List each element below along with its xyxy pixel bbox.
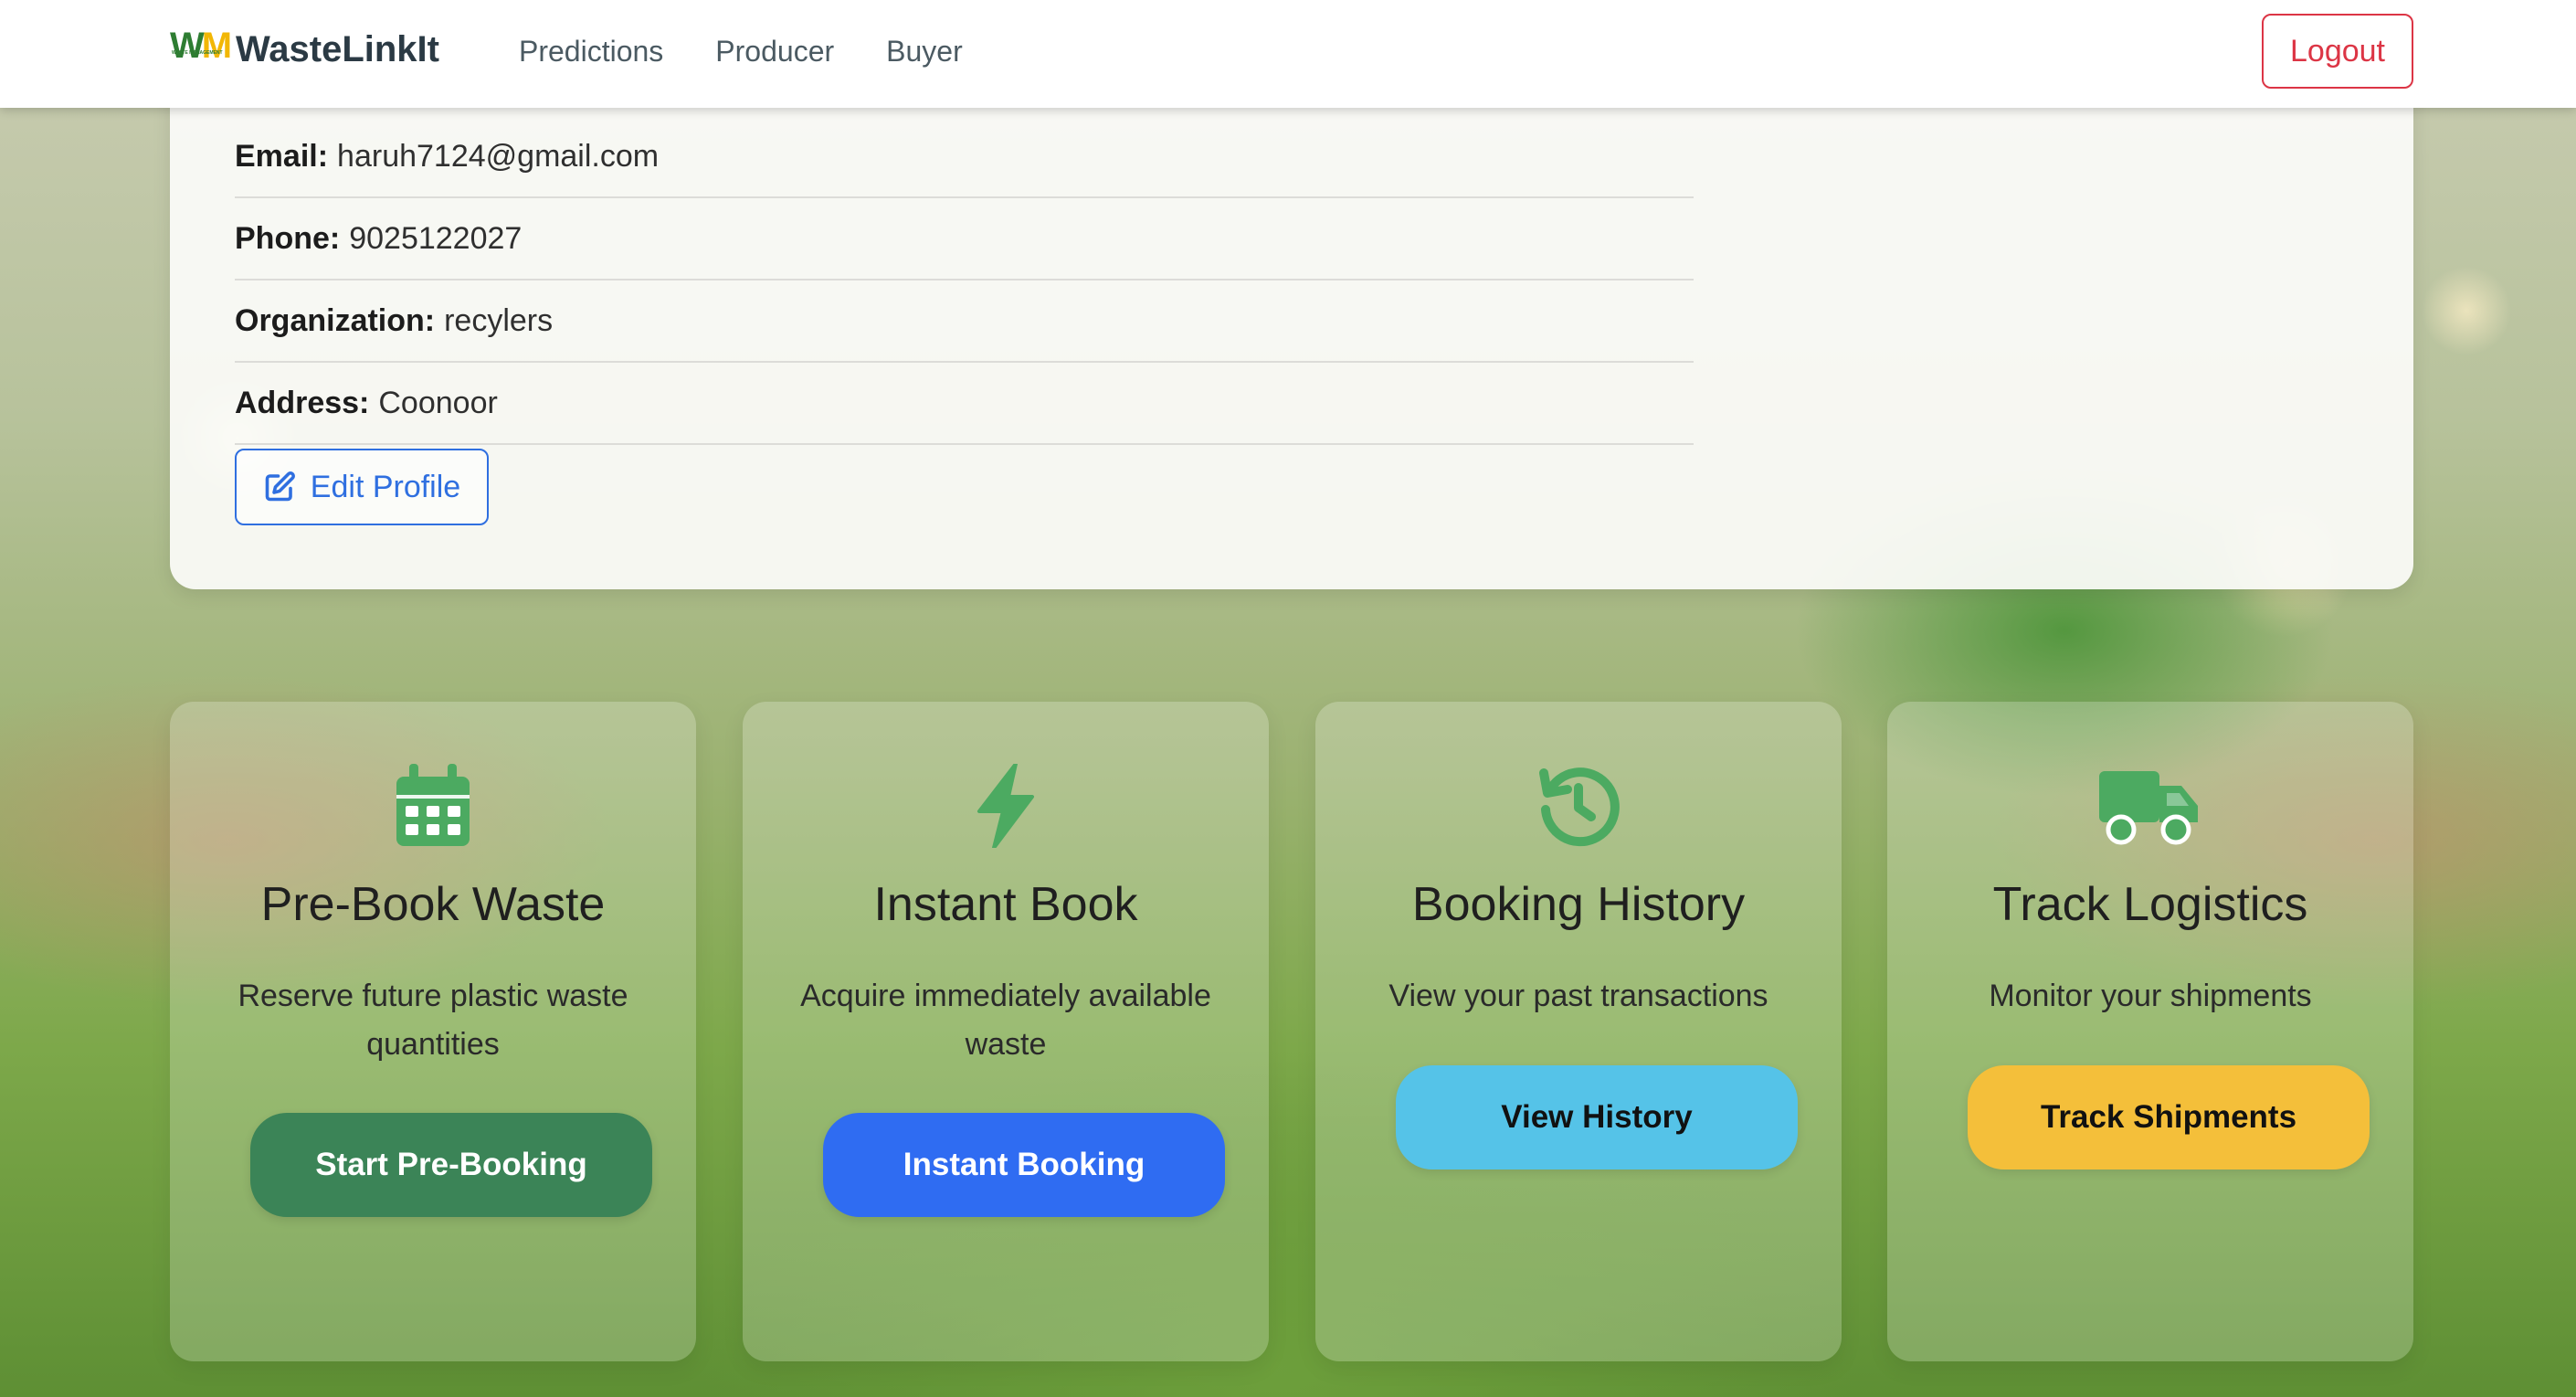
profile-card: Email: haruh7124@gmail.com Phone: 902512… <box>170 73 2413 589</box>
nav-links: Predictions Producer Buyer <box>519 35 1015 69</box>
feature-card-prebook: Pre-Book Waste Reserve future plastic wa… <box>170 702 696 1361</box>
profile-phone-row: Phone: 9025122027 <box>235 198 1694 280</box>
instant-booking-button[interactable]: Instant Booking <box>823 1113 1225 1217</box>
feature-description: View your past transactions <box>1388 979 1768 1013</box>
feature-title: Instant Book <box>873 878 1138 931</box>
truck-icon <box>1887 764 2413 852</box>
feature-title: Booking History <box>1411 878 1746 931</box>
phone-value: 9025122027 <box>349 220 523 256</box>
feature-card-history: Booking History View your past transacti… <box>1315 702 1842 1361</box>
nav-link-buyer[interactable]: Buyer <box>886 35 963 69</box>
logo-icon: WM WASTE MANAGEMENT <box>170 27 232 71</box>
bolt-icon <box>743 764 1269 852</box>
view-history-button[interactable]: View History <box>1396 1065 1798 1169</box>
logo-tagline: WASTE MANAGEMENT <box>172 50 223 56</box>
email-label: Email: <box>235 138 329 174</box>
feature-title: Pre-Book Waste <box>260 878 606 931</box>
edit-icon <box>265 471 295 502</box>
feature-description: Acquire immediately available waste <box>800 979 1211 1062</box>
address-value: Coonoor <box>378 385 498 420</box>
feature-card-logistics: Track Logistics Monitor your shipments T… <box>1887 702 2413 1361</box>
history-icon <box>1315 764 1842 852</box>
organization-value: recylers <box>444 302 554 338</box>
logout-button[interactable]: Logout <box>2262 14 2413 89</box>
organization-label: Organization: <box>235 302 436 338</box>
profile-organization-row: Organization: recylers <box>235 280 1694 363</box>
calendar-icon <box>170 764 696 852</box>
nav-link-predictions[interactable]: Predictions <box>519 35 663 69</box>
feature-description: Reserve future plastic waste quantities <box>238 979 628 1062</box>
address-label: Address: <box>235 385 370 420</box>
feature-title: Track Logistics <box>1992 878 2308 931</box>
phone-label: Phone: <box>235 220 341 256</box>
top-navbar: WM WASTE MANAGEMENT WasteLinkIt Predicti… <box>0 0 2576 108</box>
edit-profile-label: Edit Profile <box>310 469 461 504</box>
brand-name: WasteLinkIt <box>236 28 439 69</box>
feature-card-instant: Instant Book Acquire immediately availab… <box>743 702 1269 1361</box>
brand[interactable]: WM WASTE MANAGEMENT WasteLinkIt <box>170 27 439 71</box>
profile-address-row: Address: Coonoor <box>235 363 1694 445</box>
nav-link-producer[interactable]: Producer <box>715 35 834 69</box>
track-shipments-button[interactable]: Track Shipments <box>1968 1065 2370 1169</box>
start-pre-booking-button[interactable]: Start Pre-Booking <box>250 1113 652 1217</box>
email-value: haruh7124@gmail.com <box>337 138 660 174</box>
edit-profile-button[interactable]: Edit Profile <box>235 449 489 525</box>
profile-email-row: Email: haruh7124@gmail.com <box>235 116 1694 198</box>
feature-description: Monitor your shipments <box>1989 979 2312 1013</box>
